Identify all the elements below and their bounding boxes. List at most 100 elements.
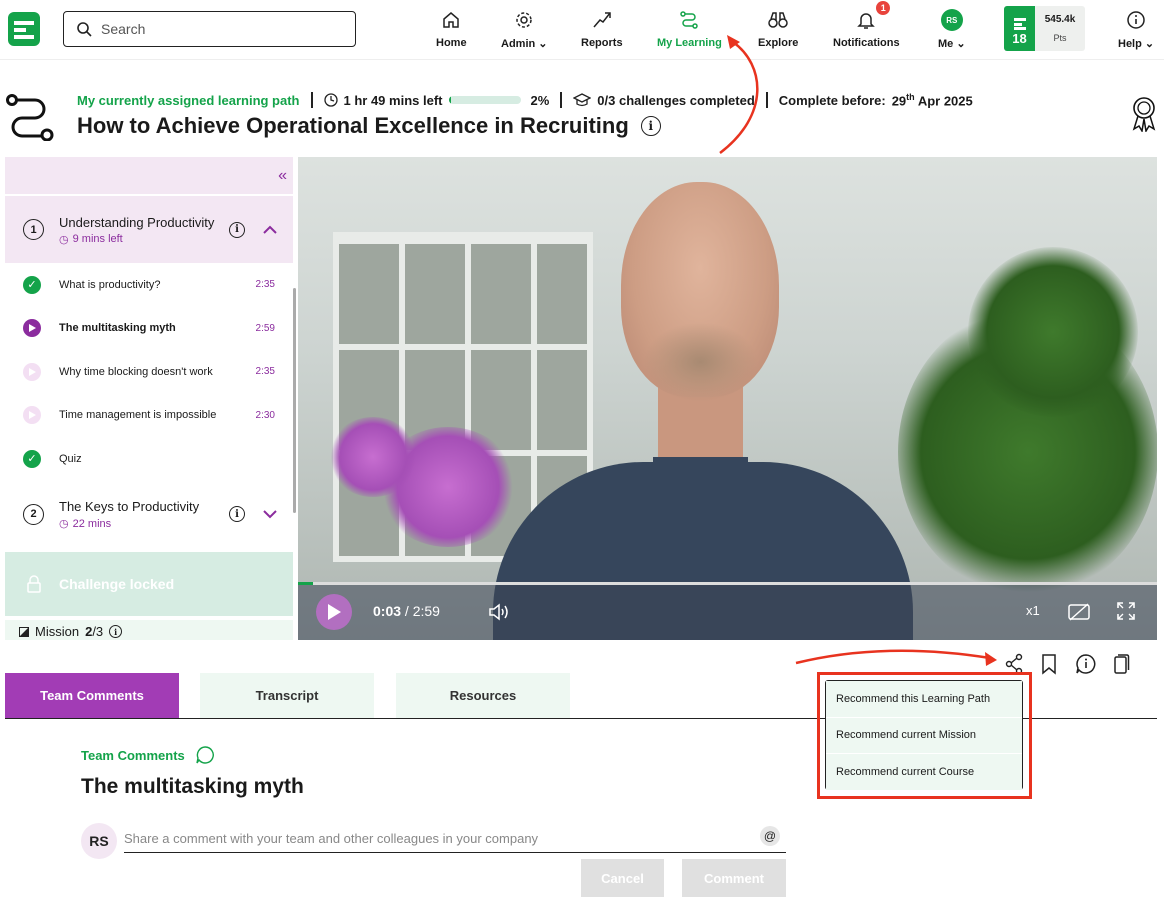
info-icon[interactable]: i [109, 625, 123, 638]
info-icon[interactable]: i [229, 221, 245, 238]
mission-total: /3 [92, 624, 104, 639]
binoculars-icon [767, 8, 789, 32]
bookmark-icon[interactable] [1041, 653, 1057, 675]
playback-speed[interactable]: x1 [1026, 603, 1040, 618]
copy-icon[interactable] [1112, 653, 1130, 675]
fullscreen-icon[interactable] [1116, 601, 1136, 621]
chevron-down-icon: ⌄ [538, 38, 548, 50]
captions-icon[interactable] [1067, 602, 1091, 622]
module-time-left: 22 mins [72, 517, 112, 530]
lesson-duration: 2:35 [255, 366, 275, 378]
challenges-count: 0/3 challenges completed [597, 92, 755, 108]
mention-button[interactable]: @ [760, 826, 780, 846]
path-icon [679, 8, 699, 32]
lesson-item[interactable]: Time management is impossible 2:30 [5, 394, 293, 438]
lesson-item[interactable]: Why time blocking doesn't work 2:35 [5, 350, 293, 394]
info-icon[interactable] [1075, 653, 1097, 675]
nav-admin-label: Admin [501, 38, 536, 50]
comment-button[interactable]: Comment [682, 859, 786, 897]
clock-icon: ◷ [59, 233, 69, 246]
assigned-path-label: My currently assigned learning path [77, 92, 300, 108]
course-sidebar: « 1 Understanding Productivity ◷ 9 mins l… [5, 157, 293, 640]
mission-icon [19, 626, 29, 637]
cancel-button[interactable]: Cancel [581, 859, 664, 897]
lesson-item[interactable]: ✓ Quiz [5, 437, 293, 481]
nav-explore[interactable]: Explore [758, 8, 798, 49]
nav-notifications[interactable]: 1 Notifications [833, 1, 900, 49]
app-logo[interactable] [8, 12, 40, 46]
lesson-name: Quiz [59, 452, 82, 465]
annotation-highlight-box [817, 672, 1032, 799]
tab-team-comments[interactable]: Team Comments [5, 673, 179, 718]
lesson-name: Time management is impossible [59, 409, 217, 422]
module-name: Understanding Productivity [59, 214, 215, 230]
comment-input[interactable]: Share a comment with your team and other… [124, 826, 786, 853]
page-title: How to Achieve Operational Excellence in… [77, 113, 629, 138]
info-icon [1126, 8, 1146, 32]
points-value: 545.4k [1044, 14, 1076, 25]
challenge-locked: Challenge locked [5, 551, 293, 616]
complete-before-day: 29 [891, 93, 907, 109]
tab-transcript[interactable]: Transcript [200, 673, 374, 718]
nav-my-learning[interactable]: My Learning [657, 8, 722, 49]
sidebar-scrollbar[interactable] [293, 288, 296, 513]
chevron-down-icon: ⌄ [1144, 38, 1155, 50]
nav-admin[interactable]: Admin ⌄ [501, 8, 548, 50]
learning-path-icon [5, 93, 55, 141]
lesson-name: Why time blocking doesn't work [59, 365, 213, 378]
module-number: 2 [23, 503, 44, 525]
video-progress-fill [298, 582, 313, 585]
tab-resources[interactable]: Resources [396, 673, 570, 718]
lesson-item[interactable]: ✓ What is productivity? 2:35 [5, 263, 293, 307]
chat-bubble-icon [195, 745, 215, 765]
nav-home-label: Home [436, 37, 467, 49]
module-number: 1 [23, 219, 44, 240]
chevron-down-icon[interactable] [263, 509, 277, 519]
volume-icon[interactable] [488, 602, 512, 622]
collapse-sidebar-icon[interactable]: « [278, 167, 287, 185]
graduation-cap-icon [573, 93, 592, 107]
module-item[interactable]: 2 The Keys to Productivity ◷ 22 mins i [5, 480, 293, 548]
info-icon[interactable]: i [229, 506, 245, 522]
lesson-item[interactable]: The multitasking myth 2:59 [5, 307, 293, 351]
info-icon[interactable]: i [640, 116, 661, 136]
module-item[interactable]: 1 Understanding Productivity ◷ 9 mins lef… [5, 196, 293, 263]
nav-help[interactable]: Help ⌄ [1118, 8, 1154, 50]
nav-my-learning-label: My Learning [657, 37, 722, 49]
play-button[interactable] [316, 594, 352, 630]
trend-icon [592, 8, 612, 32]
nav-notifications-label: Notifications [833, 37, 900, 49]
nav-home[interactable]: Home [436, 8, 467, 49]
video-player[interactable]: 0:03 / 2:59 x1 [298, 157, 1157, 640]
award-ribbon-icon[interactable] [1130, 96, 1158, 132]
chevron-down-icon: ⌄ [956, 38, 966, 50]
play-icon [23, 362, 41, 381]
top-nav: Search Home Admin ⌄ Reports My Learning … [0, 0, 1164, 60]
module-name: The Keys to Productivity [59, 499, 200, 514]
video-current-time: 0:03 [373, 603, 402, 619]
level-flag-icon [1013, 18, 1026, 30]
path-progress-bar [449, 96, 522, 105]
comments-section: Team Comments The multitasking myth [81, 745, 304, 799]
challenge-locked-label: Challenge locked [59, 575, 175, 592]
comment-placeholder: Share a comment with your team and other… [124, 831, 539, 846]
video-duration: / 2:59 [404, 603, 440, 619]
learning-path-header: My currently assigned learning path 1 hr… [0, 88, 1164, 148]
lesson-name: What is productivity? [59, 278, 161, 291]
progress-percent: 2% [530, 92, 550, 108]
video-progress-bar[interactable] [298, 582, 1157, 585]
time-left: 1 hr 49 mins left [343, 92, 443, 108]
lesson-name: The multitasking myth [59, 322, 176, 335]
points-widget[interactable]: 18 545.4k Pts [1004, 6, 1085, 51]
nav-reports[interactable]: Reports [581, 8, 623, 49]
complete-before-suffix: th [906, 92, 915, 102]
mission-indicator[interactable]: Mission 2/3 i [5, 615, 293, 640]
chevron-up-icon[interactable] [263, 225, 277, 235]
nav-me[interactable]: RS Me ⌄ [938, 8, 966, 50]
level-value: 18 [1012, 31, 1027, 46]
mission-label: Mission [35, 624, 80, 639]
home-icon [441, 8, 461, 32]
search-input[interactable]: Search [63, 11, 356, 47]
comments-section-label: Team Comments [81, 747, 185, 763]
nav-reports-label: Reports [581, 37, 623, 49]
